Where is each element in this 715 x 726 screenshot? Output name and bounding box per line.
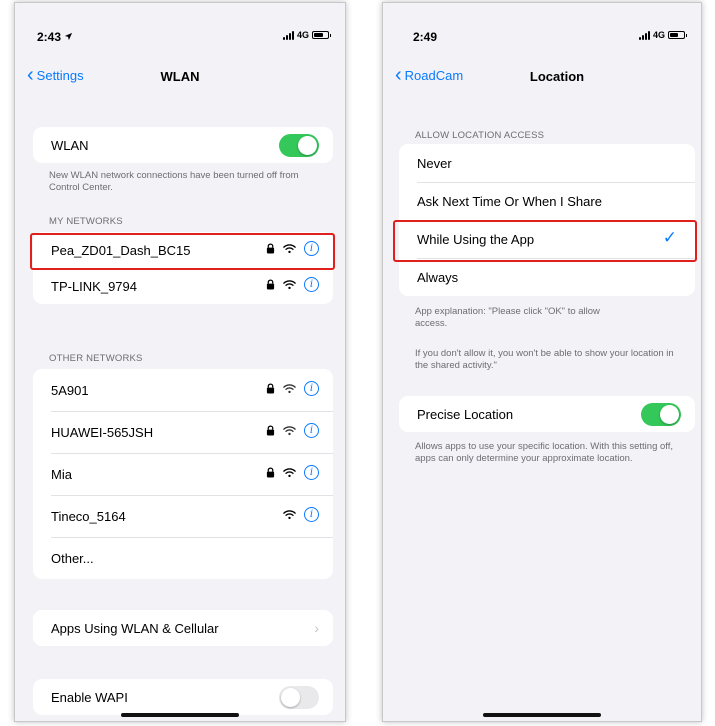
precise-location-row: Precise Location [399,396,695,432]
info-icon[interactable]: i [304,381,319,396]
wlan-label: WLAN [51,137,89,153]
home-indicator [483,713,601,717]
app-explanation-detail: If you don't allow it, you won't be able… [415,348,674,372]
network-name: TP-LINK_9794 [51,278,137,294]
location-settings-screen: 2:49 4G ‹ RoadCam Location ALLOW LOCATIO… [382,2,702,722]
signal-icon [638,30,650,40]
network-row[interactable]: HUAWEI-565JSH i [33,411,333,453]
precise-location-group: Precise Location [399,396,695,432]
battery-icon [668,31,687,39]
page-title: WLAN [160,69,200,84]
wifi-icon [283,509,296,520]
network-name: Mia [51,466,72,482]
option-label: Always [417,269,459,285]
other-network-row[interactable]: Other... [33,537,333,579]
option-ask-next-time[interactable]: Ask Next Time Or When I Share [399,182,695,220]
status-time: 2:49 [413,30,438,44]
info-icon[interactable]: i [304,277,319,292]
highlight-box [30,233,335,270]
status-time: 2:43 [37,30,73,44]
back-chevron-icon: ‹ [395,64,402,86]
lock-icon [266,383,275,394]
wlan-row: WLAN [33,127,333,163]
wapi-row: Enable WAPI [33,679,333,715]
location-arrow-icon [64,32,73,41]
signal-icon [282,30,294,40]
option-never[interactable]: Never [399,144,695,182]
toggle-knob [660,405,679,424]
network-name: HUAWEI-565JSH [51,424,154,440]
option-label: Ask Next Time Or When I Share [417,193,602,209]
other-networks-list: 5A901 i HUAWEI-565JSH i Mia i Tineco_516… [33,369,333,579]
wifi-icon [283,425,296,436]
network-type: 4G [296,30,309,40]
home-indicator [121,713,239,717]
toggle-knob [281,688,300,707]
navigation-bar: ‹ RoadCam Location [383,59,701,95]
battery-icon [312,31,331,39]
wlan-footnote: New WLAN network connections have been t… [49,170,299,194]
chevron-right-icon: › [314,620,319,636]
network-row[interactable]: 5A901 i [33,369,333,411]
lock-icon [266,279,275,290]
wifi-icon [283,279,296,290]
app-explanation: App explanation: "Please click "OK" to a… [415,306,600,330]
precise-location-label: Precise Location [417,406,514,422]
wifi-icon [283,383,296,394]
lock-icon [266,467,275,478]
wlan-toggle[interactable] [279,134,319,157]
option-always[interactable]: Always [399,258,695,296]
status-bar: 2:49 4G [383,3,701,53]
other-network-label: Other... [51,550,94,566]
info-icon[interactable]: i [304,507,319,522]
my-networks-header: MY NETWORKS [49,216,123,227]
wlan-settings-screen: 2:43 4G ‹ Settings WLAN WLAN New WLAN ne… [14,2,346,722]
apps-using-group: Apps Using WLAN & Cellular › [33,610,333,646]
page-title: Location [529,69,585,84]
wifi-icon [283,467,296,478]
network-row[interactable]: Mia i [33,453,333,495]
info-icon[interactable]: i [304,423,319,438]
status-bar: 2:43 4G [15,3,345,53]
other-networks-header: OTHER NETWORKS [49,353,143,364]
info-icon[interactable]: i [304,465,319,480]
precise-location-footnote: Allows apps to use your specific locatio… [415,441,674,465]
wlan-toggle-group: WLAN [33,127,333,163]
option-label: Never [417,155,452,171]
toggle-knob [298,136,317,155]
network-row[interactable]: Tineco_5164 i [33,495,333,537]
network-name: Tineco_5164 [51,508,126,524]
lock-icon [266,425,275,436]
network-name: 5A901 [51,382,89,398]
apps-using-label: Apps Using WLAN & Cellular [51,620,219,636]
network-type: 4G [652,30,665,40]
highlight-box [393,220,697,262]
wapi-group: Enable WAPI [33,679,333,715]
navigation-bar: ‹ Settings WLAN [15,59,345,95]
network-row[interactable]: TP-LINK_9794 i [33,268,333,304]
wapi-toggle[interactable] [279,686,319,709]
allow-location-header: ALLOW LOCATION ACCESS [415,130,545,141]
precise-location-toggle[interactable] [641,403,681,426]
apps-using-row[interactable]: Apps Using WLAN & Cellular › [33,610,333,646]
wapi-label: Enable WAPI [51,689,128,705]
